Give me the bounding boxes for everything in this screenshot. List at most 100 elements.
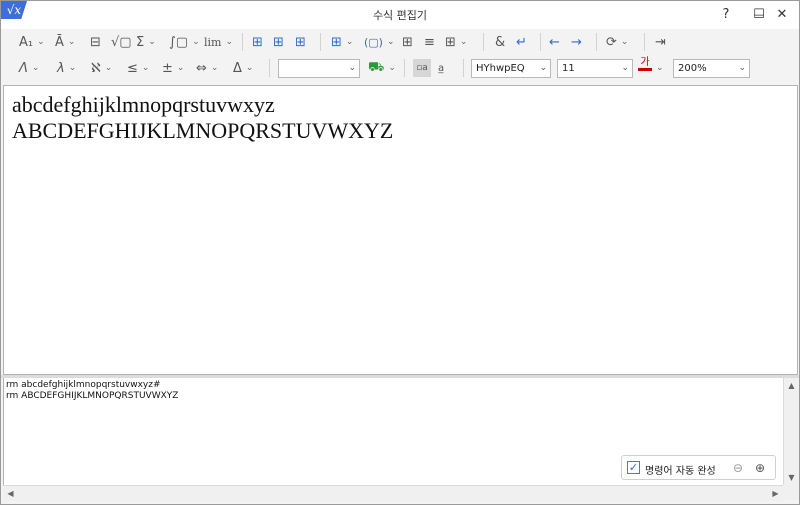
font-size-icon: ▫a [416,63,428,73]
greek-upper-button[interactable]: Λ ⌄ [19,58,39,78]
chevron-down-icon: ⌄ [176,63,185,73]
relation-button[interactable]: ≤ ⌄ [127,58,149,78]
scroll-right-icon[interactable]: ▶ [768,486,783,501]
toolbar-symbols: Λ ⌄ λ ⌄ ℵ ⌄ ≤ ⌄ ± ⌄ ⇔ ⌄ Δ ⌄ ⌄ ⛟ ⌄ ▫a a̲ HYhwpEQ ⌄… [1,55,799,81]
font-color-button[interactable]: 가 ⌄ [638,57,664,79]
title-bar: √x 수식 편집기 ? — ☐ ✕ [1,1,799,29]
chevron-down-icon: ⌄ [738,63,746,73]
parentheses-button[interactable]: (▢) ⌄ [364,32,395,52]
scroll-down-icon[interactable]: ▼ [784,470,799,485]
formula-render: abcdefghijklmnopqrstuvwxyz ABCDEFGHIJKLM… [12,92,393,144]
chevron-down-icon: ⌄ [656,63,664,73]
chevron-down-icon: ⌄ [141,63,150,73]
sum-icon: Σ [136,34,145,50]
chevron-down-icon: ⌄ [620,37,629,47]
insert-button[interactable]: ⟳ ⌄ [606,32,628,52]
ampersand-icon: & [495,34,506,50]
misc-symbols-button[interactable]: Δ ⌄ [233,58,253,78]
autocomplete-checkbox[interactable]: ✓ [627,461,640,474]
line-icon: ≡ [424,34,435,50]
toolbar-divider [483,33,484,51]
close-button[interactable]: ✕ [765,3,799,27]
equation-preview[interactable]: abcdefghijklmnopqrstuvwxyz ABCDEFGHIJKLM… [3,85,798,375]
fraction-icon: ⊟ [90,34,101,50]
toolbar-divider [320,33,321,51]
zoom-out-icon[interactable]: ⊖ [729,459,747,477]
table-button[interactable]: ⊞ ⌄ [445,32,467,52]
matrix-ud-button[interactable]: ⊞ [273,32,284,52]
person-color-icon: ⛟ [368,59,385,75]
newline-icon: ↵ [516,34,527,50]
integral-button[interactable]: ∫▢ ⌄ [169,32,200,52]
chevron-down-icon: ⌄ [539,63,547,73]
limit-button[interactable]: lim ⌄ [204,32,233,52]
grid-button[interactable]: ⊞ [402,32,413,52]
toolbar-divider [463,59,464,77]
script-line: rm abcdefghijklmnopqrstuvwxyz# [6,380,161,390]
hebrew-button[interactable]: ℵ ⌄ [91,58,112,78]
arrow-symbols-button[interactable]: ⇔ ⌄ [196,58,218,78]
horizontal-scrollbar[interactable]: ◀ ▶ [3,485,783,501]
autocomplete-label: 명령어 자동 완성 [645,466,716,477]
operator-button[interactable]: ± ⌄ [162,58,184,78]
matrix-icon: ⊞ [295,34,306,50]
zoom-select[interactable]: 200% ⌄ [673,59,750,78]
help-icon[interactable]: ? [709,3,743,27]
font-select[interactable]: HYhwpEQ ⌄ [471,59,551,78]
double-arrow-icon: ⇔ [196,60,207,76]
delta-icon: Δ [233,60,242,76]
scroll-left-icon[interactable]: ◀ [3,486,18,501]
scrollbar-corner [783,485,799,500]
matrix-stack-button[interactable]: ⊞ [295,32,306,52]
decoration-button[interactable]: Ā ⌄ [55,32,75,52]
baseline-toggle[interactable]: a̲ [438,58,444,78]
newline-button[interactable]: ↵ [516,32,527,52]
align-button[interactable]: ⊞ ⌄ [331,32,353,52]
toolbar-structures: A₁ ⌄ Ā ⌄ ⊟ √▢ Σ ⌄ ∫▢ ⌄ lim ⌄ ⊞ ⊞ ⊞ ⊞ ⌄ (▢) ⌄ ⊞ … [1,29,799,55]
ampersand-button[interactable]: & [495,32,505,52]
window-title: 수식 편집기 [372,9,428,22]
greek-icon: Λ [19,60,28,76]
font-size-select[interactable]: 11 ⌄ [557,59,633,78]
toolbar-divider [596,33,597,51]
text-color-style-button[interactable]: ⛟ ⌄ [368,58,396,78]
normal-size-toggle[interactable]: ▫a [413,59,431,77]
chevron-down-icon: ⌄ [148,37,156,47]
toolbar-divider [242,33,243,51]
fraction-button[interactable]: ⊟ [90,32,101,52]
table-icon: ⊞ [445,34,456,50]
chevron-down-icon: ⌄ [31,63,40,73]
style-select[interactable]: ⌄ [278,59,360,78]
line-button[interactable]: ≡ [424,32,435,52]
matrix-ab-button[interactable]: ⊞ [252,32,263,52]
autocomplete-panel: ✓ 명령어 자동 완성 ⊖ ⊕ [621,455,776,480]
exit-button[interactable]: ⇥ [655,32,666,52]
root-button[interactable]: √▢ [111,32,132,52]
chevron-down-icon: ⌄ [348,63,356,73]
next-button[interactable]: → [571,32,582,52]
subscript-superscript-button[interactable]: A₁ ⌄ [19,32,45,52]
greek-lower-button[interactable]: λ ⌄ [57,58,76,78]
previous-button[interactable]: ← [549,32,560,52]
chevron-down-icon: ⌄ [388,63,396,73]
script-text: rm abcdefghijklmnopqrstuvwxyz# rm ABCDEF… [6,380,178,402]
arrow-left-icon: ← [549,34,560,50]
zoom-value: 200% [678,63,707,74]
grid-icon: ⊞ [402,34,413,50]
arrow-right-icon: → [571,34,582,50]
scroll-up-icon[interactable]: ▲ [784,378,799,393]
align-icon: ⊞ [331,34,342,50]
vertical-scrollbar[interactable]: ▲ ▼ [783,378,799,485]
chevron-down-icon: ⌄ [67,37,76,47]
aleph-icon: ℵ [91,60,101,76]
decoration-icon: Ā [55,34,64,50]
font-color-icon: 가 [638,57,652,79]
root-icon: √▢ [111,34,132,50]
sum-button[interactable]: Σ ⌄ [136,32,156,52]
formula-line: abcdefghijklmnopqrstuvwxyz [12,92,275,117]
toolbar-divider [644,33,645,51]
chevron-down-icon: ⌄ [225,37,234,47]
zoom-in-icon[interactable]: ⊕ [751,459,769,477]
exit-icon: ⇥ [655,34,666,50]
script-line: rm ABCDEFGHIJKLMNOPQRSTUVWXYZ [6,391,179,401]
